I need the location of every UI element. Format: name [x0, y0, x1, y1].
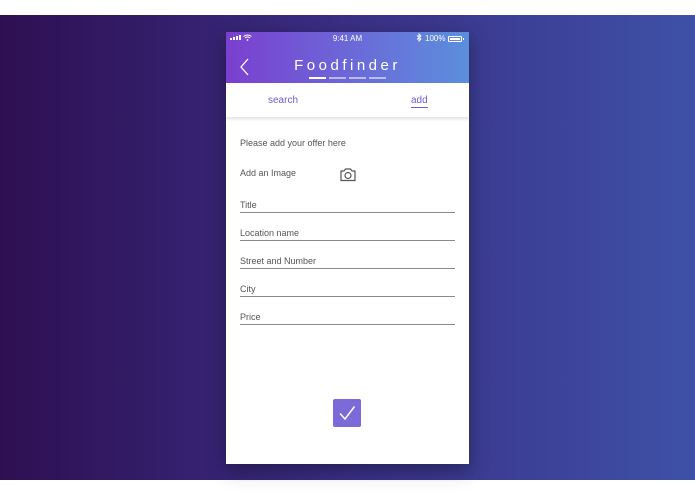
page-dot	[349, 77, 366, 79]
submit-button[interactable]	[333, 399, 361, 427]
status-bar: 9:41 AM 100%	[226, 32, 469, 46]
form-intro: Please add your offer here	[240, 138, 346, 148]
add-image-button[interactable]	[339, 167, 357, 182]
price-field[interactable]	[240, 309, 455, 325]
app-title: Foodfinder	[294, 57, 401, 74]
tab-bar: search add	[226, 83, 469, 117]
battery-percent: 100%	[425, 34, 446, 43]
page-dot	[309, 77, 326, 79]
city-field[interactable]	[240, 281, 455, 297]
street-field[interactable]	[240, 253, 455, 269]
phone-screen: 9:41 AM 100% Foodfinder search add Pleas…	[226, 32, 469, 464]
bluetooth-icon	[416, 32, 422, 44]
location-name-field[interactable]	[240, 225, 455, 241]
add-image-label: Add an Image	[240, 168, 297, 178]
checkmark-icon	[339, 406, 356, 421]
page-dot	[329, 77, 346, 79]
page-indicator	[309, 77, 386, 79]
title-field[interactable]	[240, 197, 455, 213]
camera-icon	[340, 168, 356, 182]
tab-add[interactable]: add	[411, 95, 428, 108]
app-header: 9:41 AM 100% Foodfinder	[226, 32, 469, 83]
tab-search[interactable]: search	[268, 95, 298, 106]
page-dot	[369, 77, 386, 79]
battery-icon	[448, 36, 464, 42]
